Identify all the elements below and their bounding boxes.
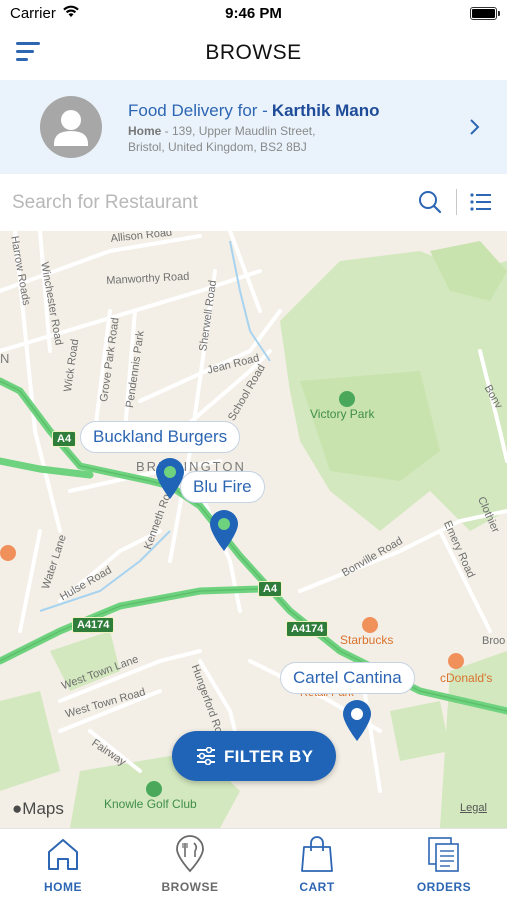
app-header: BROWSE — [0, 28, 507, 80]
chevron-right-icon — [470, 119, 480, 135]
search-bar — [0, 174, 507, 231]
search-divider — [456, 189, 457, 215]
fast-food-icon — [448, 653, 464, 669]
road-badge-a4174: A4174 — [72, 617, 115, 633]
poi-label: Starbucks — [340, 633, 394, 647]
battery-icon — [470, 7, 500, 20]
apple-logo-icon: ● — [12, 799, 23, 818]
road-badge-a4: A4 — [258, 581, 283, 597]
list-view-icon[interactable] — [470, 193, 492, 211]
tab-cart-label: CART — [299, 880, 335, 894]
search-icon[interactable] — [418, 190, 442, 214]
delivery-title: Food Delivery for - Karthik Mano — [128, 101, 380, 121]
status-time: 9:46 PM — [225, 5, 282, 22]
delivery-user-name: Karthik Mano — [271, 101, 380, 120]
delivery-prefix: Food Delivery for - — [128, 101, 268, 120]
tab-orders-label: ORDERS — [416, 880, 472, 894]
search-input[interactable] — [12, 188, 392, 218]
poi-label: cDonald's — [440, 671, 493, 685]
status-bar: Carrier 9:46 PM — [0, 0, 507, 28]
filter-by-label: FILTER BY — [224, 747, 314, 766]
user-icon — [54, 110, 88, 146]
coffee-icon — [362, 617, 378, 633]
restaurant-callout[interactable]: Cartel Cantina — [280, 662, 415, 694]
map-pin-icon[interactable] — [154, 457, 186, 501]
road-badge-a4: A4 — [52, 431, 77, 447]
restaurant-map[interactable]: Allison Road Harrow Roads Winchester Roa… — [0, 231, 507, 828]
bottom-tab-bar: HOME BROWSE CART ORDERS — [0, 828, 507, 900]
address-label: Home — [128, 124, 162, 138]
address-line-1: - 139, Upper Maudlin Street, — [161, 124, 316, 138]
location-food-icon — [176, 835, 204, 873]
tab-home-label: HOME — [44, 880, 82, 894]
park-icon — [339, 391, 355, 407]
delivery-address-banner[interactable]: Food Delivery for - Karthik Mano Home - 1… — [0, 80, 507, 174]
tab-cart[interactable]: CART — [254, 829, 380, 900]
avatar — [40, 96, 102, 158]
delivery-address: Home - 139, Upper Maudlin Street, Bristo… — [128, 123, 428, 155]
tab-browse[interactable]: BROWSE — [127, 829, 253, 900]
maps-attribution: ●Maps — [12, 799, 64, 819]
golf-icon — [146, 781, 162, 797]
filter-sliders-icon — [197, 747, 215, 765]
legal-link[interactable]: Legal — [460, 802, 487, 814]
map-pin-icon[interactable] — [208, 509, 240, 553]
map-pin-icon[interactable] — [341, 699, 373, 743]
restaurant-callout[interactable]: Blu Fire — [180, 471, 265, 503]
page-title: BROWSE — [205, 41, 302, 64]
home-icon — [48, 839, 78, 870]
tab-orders[interactable]: ORDERS — [381, 829, 507, 900]
address-line-2: Bristol, United Kingdom, BS2 8BJ — [128, 140, 307, 154]
tab-home[interactable]: HOME — [0, 829, 126, 900]
area-label: N — [0, 351, 10, 366]
filter-by-button[interactable]: FILTER BY — [172, 731, 336, 781]
street-label: Broo — [482, 635, 506, 647]
fast-food-icon — [0, 545, 16, 561]
poi-label: Knowle Golf Club — [104, 797, 197, 811]
tab-browse-label: BROWSE — [161, 880, 219, 894]
maps-logo-text: Maps — [22, 799, 64, 818]
restaurant-callout[interactable]: Buckland Burgers — [80, 421, 241, 453]
poi-label: Victory Park — [310, 407, 375, 421]
shopping-bag-icon — [301, 836, 333, 872]
orders-document-icon — [428, 837, 459, 872]
road-badge-a4174: A4174 — [286, 621, 329, 637]
